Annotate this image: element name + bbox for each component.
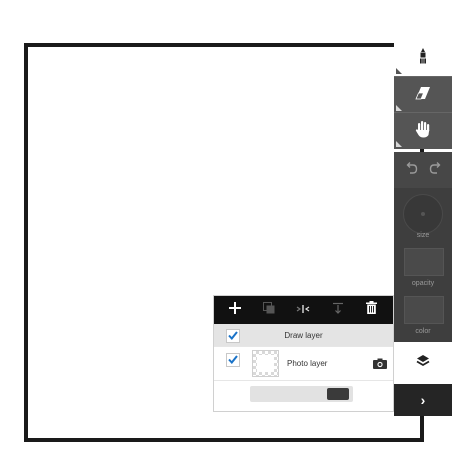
chevron-right-icon: › — [420, 392, 426, 408]
brush-settings: size opacity color — [394, 188, 452, 342]
arrow-down-icon — [332, 301, 344, 319]
layer-opacity-slider[interactable] — [250, 386, 353, 402]
hand-tool-button[interactable] — [394, 112, 452, 149]
pen-tool-button[interactable] — [394, 40, 452, 76]
eraser-icon — [415, 86, 431, 105]
opacity-label: opacity — [411, 280, 435, 287]
layer-visibility-checkbox[interactable] — [226, 353, 240, 367]
duplicate-icon — [263, 301, 275, 319]
duplicate-layer-button[interactable] — [258, 299, 280, 321]
layer-thumbnail — [252, 350, 279, 377]
layer-name: Draw layer — [284, 331, 323, 340]
layers-toolbar — [214, 296, 393, 324]
trash-icon — [366, 301, 378, 319]
history-controls — [394, 152, 452, 188]
opacity-swatch[interactable] — [404, 248, 444, 276]
slider-handle[interactable] — [327, 388, 349, 400]
color-label: color — [415, 328, 431, 335]
size-label: size — [416, 232, 430, 239]
expand-toolbar-button[interactable]: › — [394, 384, 452, 416]
plus-icon — [229, 301, 242, 319]
size-dial-indicator — [421, 212, 425, 216]
move-layer-down-button[interactable] — [327, 299, 349, 321]
layer-name: Photo layer — [287, 359, 328, 368]
eraser-tool-button[interactable] — [394, 76, 452, 113]
undo-icon[interactable] — [404, 161, 418, 179]
tool-sidebar: size opacity color › — [394, 40, 452, 416]
camera-icon — [373, 356, 387, 373]
merge-icon — [296, 301, 310, 319]
hand-icon — [415, 120, 431, 143]
color-swatch[interactable] — [404, 296, 444, 324]
pen-icon — [418, 47, 428, 69]
tool-options-indicator — [396, 68, 402, 74]
tool-options-indicator — [396, 105, 402, 111]
layers-button[interactable] — [394, 342, 452, 384]
layers-icon — [416, 354, 430, 373]
redo-icon[interactable] — [429, 161, 443, 179]
delete-layer-button[interactable] — [361, 299, 383, 321]
merge-layer-button[interactable] — [292, 299, 314, 321]
checkmark-icon — [228, 351, 238, 369]
add-layer-button[interactable] — [224, 299, 246, 321]
tool-options-indicator — [396, 141, 402, 147]
size-dial[interactable] — [403, 194, 443, 234]
layer-row-draw[interactable]: Draw layer — [214, 324, 393, 347]
layers-panel: Draw layer Photo layer — [213, 295, 394, 412]
layer-row-photo[interactable]: Photo layer — [214, 347, 393, 381]
camera-button[interactable] — [373, 356, 387, 369]
